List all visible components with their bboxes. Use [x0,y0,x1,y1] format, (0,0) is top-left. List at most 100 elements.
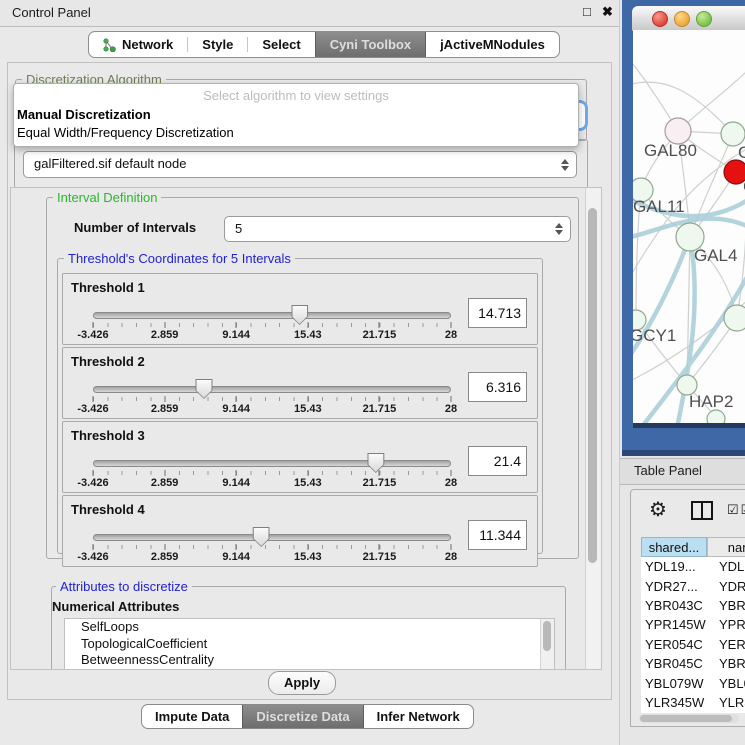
threshold-1-slider[interactable]: -3.426 2.859 9.144 15.43 21.715 28 [93,310,451,338]
cell[interactable]: YDL19... [641,559,707,574]
cell[interactable]: YBR043C [641,598,707,613]
column-header-shared-name[interactable]: shared... [641,537,707,557]
dropdown-option-equal-width-frequency[interactable]: Equal Width/Frequency Discretization [17,125,234,141]
threshold-1-value-field[interactable]: 14.713 [468,298,527,328]
cell[interactable]: YDL1 [707,559,745,574]
node-label-partial-ga: GA [738,143,745,162]
slider-handle[interactable] [253,527,270,547]
tab-cyni-toolbox[interactable]: Cyni Toolbox [315,32,426,57]
table-row[interactable]: YPR145WYPR1 [641,615,745,634]
tab-discretize-data[interactable]: Discretize Data [242,705,363,728]
tab-select[interactable]: Select [248,32,314,57]
tab-infer-network[interactable]: Infer Network [364,705,473,728]
tab-style[interactable]: Style [188,32,247,57]
table-row[interactable]: YDR27...YDR2 [641,576,745,595]
cell[interactable]: YLR3 [707,695,745,710]
tick-label: -3.426 [77,551,108,563]
cell[interactable]: YBR045C [641,656,707,671]
cell[interactable]: YDR27... [641,579,707,594]
threshold-3-panel: Threshold 3 -3.426 2.859 9.144 15.43 21.… [62,421,538,493]
table-row[interactable]: YDL19...YDL1 [641,557,745,576]
list-scrollbar-thumb[interactable] [543,621,551,651]
cell[interactable]: YPR1 [707,617,745,632]
tab-impute-data[interactable]: Impute Data [142,705,242,728]
dropdown-option-manual-discretization[interactable]: Manual Discretization [17,107,151,123]
close-button[interactable] [652,11,668,27]
tab-cyni-toolbox-label: Cyni Toolbox [330,37,411,52]
threshold-2-value-field[interactable]: 6.316 [468,372,527,402]
node-selected-red[interactable] [724,160,745,184]
tick-label: 15.43 [294,403,322,415]
cell[interactable]: YBL079W [641,676,707,691]
table-horizontal-scrollbar[interactable] [639,714,739,723]
cell[interactable]: YER054C [641,637,707,652]
threshold-2-slider[interactable]: -3.426 2.859 9.144 15.43 21.715 28 [93,384,451,412]
slider-handle[interactable] [195,379,212,399]
cell[interactable]: YER0 [707,637,745,652]
list-scrollbar[interactable] [540,619,554,670]
column-header-name[interactable]: name [707,537,745,557]
slider-track[interactable] [93,460,451,467]
slider-handle[interactable] [291,305,308,325]
checkbox-icons[interactable]: ☑☑ [727,502,745,518]
network-canvas[interactable]: GAL80 GA C GAL11 GAL4 GCY1 H HAP2 [633,30,745,423]
panel-scrollbar-thumb[interactable] [588,208,597,563]
tab-jactivemnodules-label: jActiveMNodules [440,37,545,52]
cell[interactable]: YBL0 [707,676,745,691]
threshold-3-value-field[interactable]: 21.4 [468,446,527,476]
cell[interactable]: YPR145W [641,617,707,632]
node-partial-right[interactable] [724,305,745,331]
list-item[interactable]: TopologicalCoefficient [65,636,554,653]
apply-button[interactable]: Apply [268,671,336,695]
thresholds-group: Threshold's Coordinates for 5 Intervals … [57,258,543,554]
threshold-4-slider[interactable]: -3.426 2.859 9.144 15.43 21.715 28 [93,532,451,560]
table-row[interactable]: YLR345WYLR3 [641,693,745,712]
node-label-hap2: HAP2 [689,392,733,411]
panel-scrollbar[interactable] [585,188,601,669]
node-partial-bottom[interactable] [707,410,725,423]
dropdown-hint: Select algorithm to view settings [14,88,578,103]
threshold-3-slider[interactable]: -3.426 2.859 9.144 15.43 21.715 28 [93,458,451,486]
scrollbar-thumb[interactable] [640,715,732,722]
slider-handle[interactable] [367,453,384,473]
table-row[interactable]: YBL079WYBL0 [641,673,745,692]
control-panel-title: Control Panel [12,5,91,20]
tab-network-label: Network [122,37,173,52]
cell[interactable]: YDR2 [707,579,745,594]
node-label-gcy1: GCY1 [633,326,676,345]
cell[interactable]: YBR0 [707,656,745,671]
tab-network[interactable]: Network [89,32,187,57]
number-of-intervals-value: 5 [235,217,242,241]
table-data-combobox[interactable]: galFiltered.sif default node [23,151,577,178]
table-row[interactable]: YBR045CYBR0 [641,654,745,673]
node-label-gal11: GAL11 [633,197,685,216]
float-window-icon[interactable]: □ [583,4,591,19]
network-window-titlebar[interactable] [632,6,745,31]
slider-track[interactable] [93,534,451,541]
list-item[interactable]: SelfLoops [65,619,554,636]
zoom-button[interactable] [696,11,712,27]
table-row[interactable]: YBR043CYBR0 [641,596,745,615]
split-view-icon[interactable] [691,501,713,520]
table-header-row: shared... name [641,537,745,557]
numerical-attributes-list[interactable]: SelfLoops TopologicalCoefficient Between… [64,618,555,670]
tick-label: 28 [445,551,457,563]
threshold-4-value-field[interactable]: 11.344 [468,520,527,550]
cell[interactable]: YBR0 [707,598,745,613]
tick-label: 21.715 [363,403,397,415]
close-icon[interactable]: ✖ [602,4,613,20]
attributes-group-label: Attributes to discretize [56,579,192,594]
cell[interactable]: YLR345W [641,695,707,710]
gear-icon[interactable]: ⚙ [649,497,667,522]
minimize-button[interactable] [674,11,690,27]
number-of-intervals-combobox[interactable]: 5 [224,216,571,242]
list-item[interactable]: BetweennessCentrality [65,652,554,669]
table-row[interactable]: YIL052CYIL0 [641,712,745,713]
tab-select-label: Select [262,37,300,52]
table-row[interactable]: YER054CYER0 [641,635,745,654]
tab-jactivemnodules[interactable]: jActiveMNodules [426,32,559,57]
slider-track[interactable] [93,312,451,319]
slider-track[interactable] [93,386,451,393]
tick-label: 2.859 [151,551,179,563]
tick-label: 9.144 [222,403,250,415]
